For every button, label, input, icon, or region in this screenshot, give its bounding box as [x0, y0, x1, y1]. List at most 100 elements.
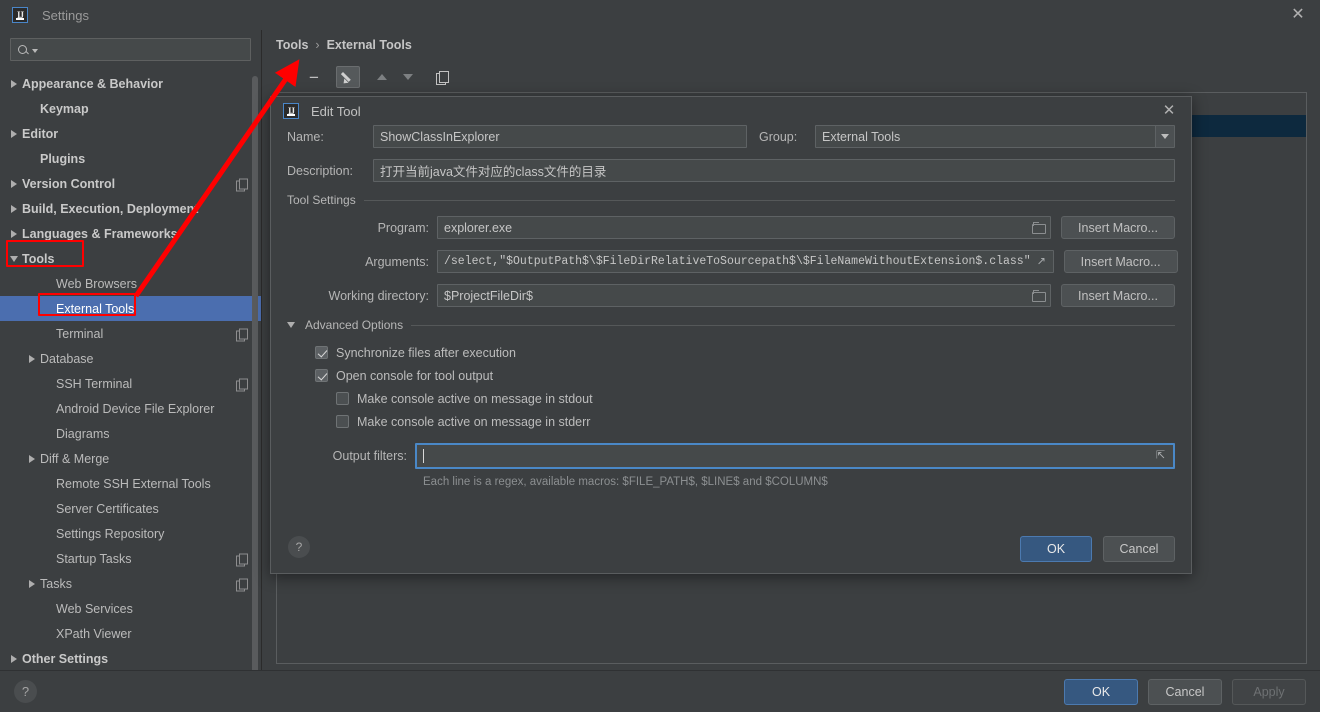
- dialog-close-icon[interactable]: ✕: [1161, 103, 1177, 119]
- advanced-options-title: Advanced Options: [305, 318, 404, 332]
- sidebar-item-version-control[interactable]: Version Control: [0, 171, 261, 196]
- close-icon[interactable]: ✕: [1290, 7, 1306, 23]
- sidebar-item-appearance-behavior[interactable]: Appearance & Behavior: [0, 71, 261, 96]
- window-titlebar: IJ Settings ✕: [0, 0, 1320, 30]
- sidebar-item-tasks[interactable]: Tasks: [0, 571, 261, 596]
- sidebar-item-keymap[interactable]: Keymap: [0, 96, 261, 121]
- program-input[interactable]: explorer.exe: [437, 216, 1051, 239]
- dialog-cancel-button[interactable]: Cancel: [1103, 536, 1175, 562]
- sidebar-item-startup-tasks[interactable]: Startup Tasks: [0, 546, 261, 571]
- sidebar-item-web-services[interactable]: Web Services: [0, 596, 261, 621]
- checkbox-row-make-console-active-on-message-in-stderr[interactable]: Make console active on message in stderr: [287, 410, 1175, 433]
- copy-tool-button[interactable]: [430, 66, 454, 88]
- add-tool-button[interactable]: +: [276, 66, 300, 88]
- edit-tool-button[interactable]: [336, 66, 360, 88]
- sidebar-item-label: Server Certificates: [56, 501, 159, 516]
- sidebar-item-label: SSH Terminal: [56, 376, 133, 391]
- chevron-right-icon[interactable]: [6, 79, 22, 88]
- pencil-icon: [342, 71, 355, 84]
- chevron-right-icon[interactable]: [6, 204, 22, 213]
- arguments-row: Arguments: /select,"$OutputPath$\$FileDir…: [287, 250, 1178, 273]
- checkbox-row-make-console-active-on-message-in-stdout[interactable]: Make console active on message in stdout: [287, 387, 1175, 410]
- insert-macro-button[interactable]: Insert Macro...: [1063, 250, 1178, 273]
- remove-tool-button[interactable]: −: [302, 66, 326, 88]
- name-row: Name: ShowClassInExplorer Group: Externa…: [287, 125, 1175, 148]
- checkbox-unchecked-icon[interactable]: [336, 392, 349, 405]
- insert-macro-button[interactable]: Insert Macro...: [1061, 216, 1175, 239]
- chevron-down-icon[interactable]: [6, 255, 22, 262]
- working-directory-row: Working directory: $ProjectFileDir$ Insert…: [287, 284, 1175, 307]
- cancel-button[interactable]: Cancel: [1148, 679, 1222, 705]
- arrow-up-icon: [377, 74, 387, 80]
- ok-button[interactable]: OK: [1064, 679, 1138, 705]
- chevron-down-icon[interactable]: [287, 322, 295, 328]
- checkbox-checked-icon[interactable]: [315, 369, 328, 382]
- sidebar-item-label: Diff & Merge: [40, 451, 110, 466]
- sidebar-item-web-browsers[interactable]: Web Browsers: [0, 271, 261, 296]
- sidebar-item-tools[interactable]: Tools: [0, 246, 261, 271]
- working-directory-input[interactable]: $ProjectFileDir$: [437, 284, 1051, 307]
- move-down-button[interactable]: [396, 66, 420, 88]
- advanced-options-header[interactable]: Advanced Options: [287, 318, 1175, 332]
- expand-icon[interactable]: ↗: [1037, 256, 1048, 267]
- settings-tree: Appearance & Behavior Keymap Editor Plugins…: [0, 67, 261, 671]
- browse-folder-icon[interactable]: [1032, 289, 1046, 302]
- name-label: Name:: [287, 129, 324, 144]
- external-tools-toolbar: + −: [276, 65, 1307, 89]
- sidebar-item-ssh-terminal[interactable]: SSH Terminal: [0, 371, 261, 396]
- sidebar-item-terminal[interactable]: Terminal: [0, 321, 261, 346]
- sidebar-item-languages-frameworks[interactable]: Languages & Frameworks: [0, 221, 261, 246]
- checkbox-checked-icon[interactable]: [315, 346, 328, 359]
- help-button[interactable]: ?: [14, 680, 37, 703]
- sidebar-item-server-certificates[interactable]: Server Certificates: [0, 496, 261, 521]
- sidebar-item-external-tools[interactable]: External Tools: [0, 296, 261, 321]
- sidebar-scrollbar-thumb[interactable]: [252, 76, 258, 680]
- checkbox-unchecked-icon[interactable]: [336, 415, 349, 428]
- browse-folder-icon[interactable]: [1032, 221, 1046, 234]
- insert-macro-button[interactable]: Insert Macro...: [1061, 284, 1175, 307]
- chevron-down-icon[interactable]: [1155, 126, 1174, 147]
- sidebar-item-android-device-file-explorer[interactable]: Android Device File Explorer: [0, 396, 261, 421]
- sidebar-item-editor[interactable]: Editor: [0, 121, 261, 146]
- chevron-right-icon[interactable]: [6, 654, 22, 663]
- checkbox-row-open-console-for-tool-output[interactable]: Open console for tool output: [287, 364, 1175, 387]
- output-filters-input[interactable]: ⇱: [415, 443, 1175, 469]
- sidebar-item-plugins[interactable]: Plugins: [0, 146, 261, 171]
- sidebar-item-diagrams[interactable]: Diagrams: [0, 421, 261, 446]
- chevron-right-icon[interactable]: [6, 229, 22, 238]
- arguments-input[interactable]: /select,"$OutputPath$\$FileDirRelativeTo…: [437, 250, 1054, 273]
- program-row: Program: explorer.exe Insert Macro...: [287, 216, 1175, 239]
- sidebar-item-label: Build, Execution, Deployment: [22, 201, 199, 216]
- dialog-ok-button[interactable]: OK: [1020, 536, 1092, 562]
- checkbox-row-synchronize-files-after-execution[interactable]: Synchronize files after execution: [287, 341, 1175, 364]
- working-directory-field-wrapper: $ProjectFileDir$: [437, 284, 1051, 307]
- sidebar-item-settings-repository[interactable]: Settings Repository: [0, 521, 261, 546]
- move-up-button[interactable]: [370, 66, 394, 88]
- group-select[interactable]: External Tools: [815, 125, 1175, 148]
- sidebar-item-database[interactable]: Database: [0, 346, 261, 371]
- search-input[interactable]: [38, 41, 250, 58]
- sidebar-item-label: Languages & Frameworks: [22, 226, 178, 241]
- chevron-right-icon[interactable]: [24, 579, 40, 588]
- expand-icon[interactable]: ⇱: [1156, 450, 1167, 462]
- plus-icon: +: [283, 67, 293, 87]
- dialog-help-button[interactable]: ?: [288, 536, 310, 558]
- name-input[interactable]: ShowClassInExplorer: [373, 125, 747, 148]
- working-directory-label: Working directory:: [328, 288, 430, 303]
- search-box[interactable]: [10, 38, 251, 61]
- chevron-right-icon[interactable]: [6, 129, 22, 138]
- chevron-right-icon[interactable]: [24, 354, 40, 363]
- sidebar-item-other-settings[interactable]: Other Settings: [0, 646, 261, 671]
- chevron-right-icon[interactable]: [24, 454, 40, 463]
- sidebar-item-diff-merge[interactable]: Diff & Merge: [0, 446, 261, 471]
- sidebar-item-build-execution-deployment[interactable]: Build, Execution, Deployment: [0, 196, 261, 221]
- breadcrumb-separator: ›: [315, 38, 320, 52]
- breadcrumb-parent[interactable]: Tools: [276, 38, 308, 52]
- advanced-options-checkboxes: Synchronize files after execution Open co…: [287, 341, 1175, 433]
- chevron-right-icon[interactable]: [6, 179, 22, 188]
- sidebar-item-remote-ssh-external-tools[interactable]: Remote SSH External Tools: [0, 471, 261, 496]
- description-input[interactable]: 打开当前java文件对应的class文件的目录: [373, 159, 1175, 182]
- breadcrumb-current: External Tools: [326, 38, 412, 52]
- sidebar-item-xpath-viewer[interactable]: XPath Viewer: [0, 621, 261, 646]
- project-scope-icon: [236, 328, 248, 341]
